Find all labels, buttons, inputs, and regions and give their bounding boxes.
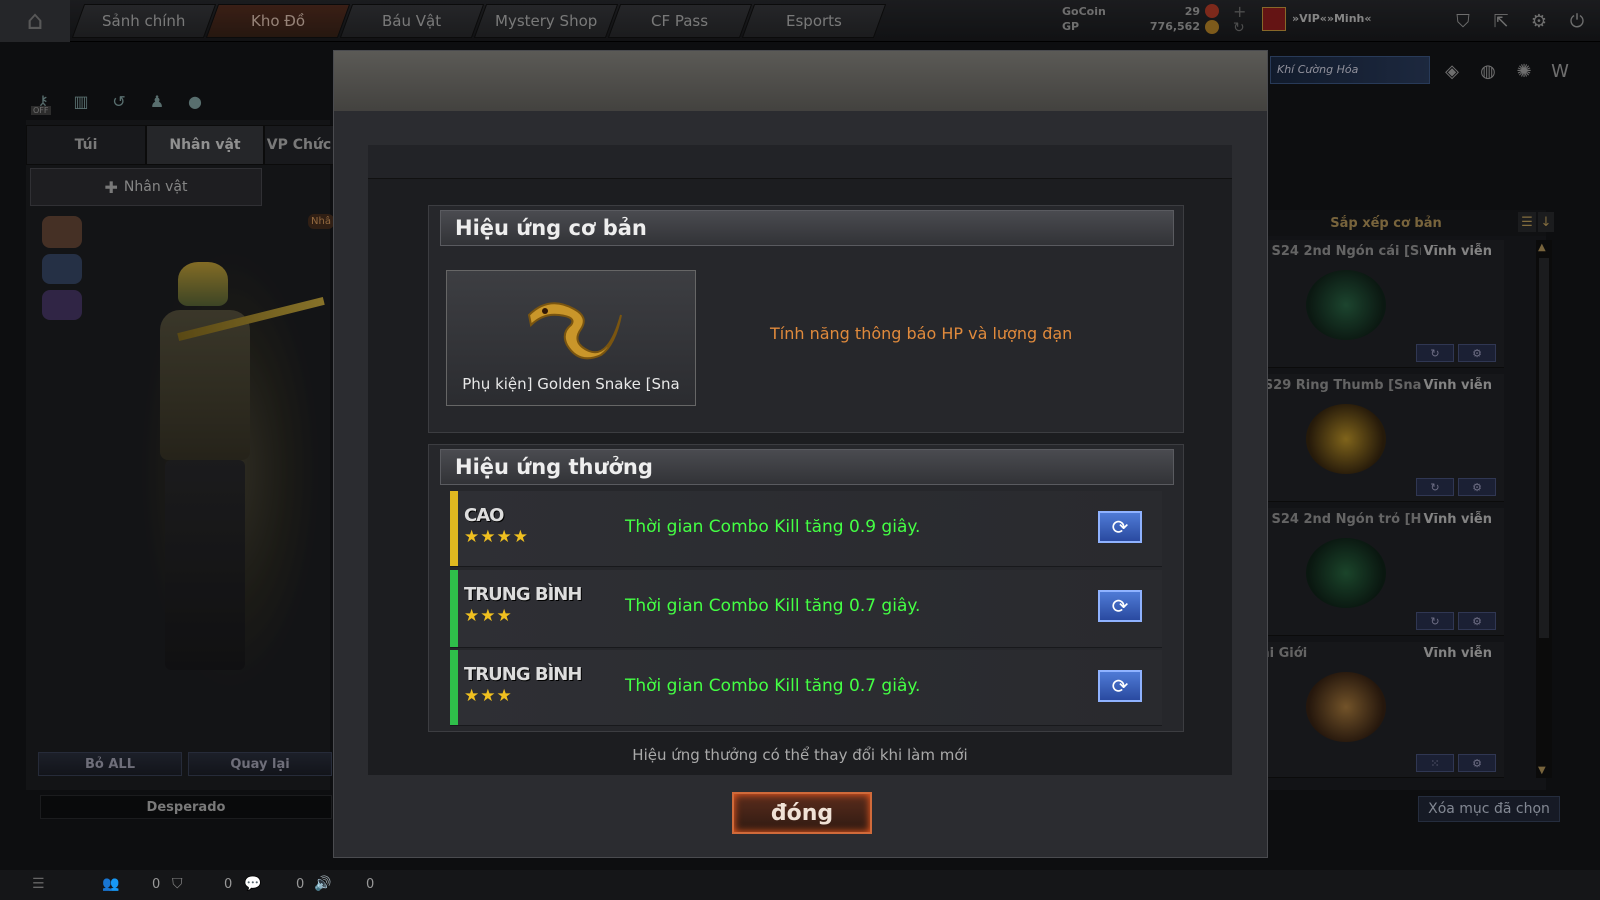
speaker-icon[interactable]: 🔊 [314,876,331,892]
speaker-count: 0 [366,877,375,892]
menu-icon[interactable]: ☰ [32,876,45,892]
grade-bar [450,491,458,566]
refresh-icon: ⟳ [1111,674,1129,698]
grade-stars: ★★★★ [464,527,529,547]
refresh-bonus-button[interactable]: ⟳ [1098,590,1142,622]
bonus-row: TRUNG BÌNH ★★★ Thời gian Combo Kill tăng… [450,570,1162,648]
clan-count: 0 [224,877,233,892]
basic-effect-title: Hiệu ứng cơ bản [440,210,1174,246]
grade-stars: ★★★ [464,686,513,706]
bonus-effect-title: Hiệu ứng thưởng [440,449,1174,485]
status-bar [0,870,1600,900]
item-name: Phụ kiện] Golden Snake [Sna [462,375,680,393]
friends-icon[interactable]: 👥 [102,876,119,892]
bonus-row: CAO ★★★★ Thời gian Combo Kill tăng 0.9 g… [450,491,1162,567]
chat-icon[interactable]: 💬 [244,876,261,892]
grade-label: TRUNG BÌNH [464,584,582,605]
refresh-bonus-button[interactable]: ⟳ [1098,670,1142,702]
refresh-icon: ⟳ [1111,594,1129,618]
grade-bar [450,650,458,725]
grade-stars: ★★★ [464,606,513,626]
refresh-note: Hiệu ứng thưởng có thể thay đổi khi làm … [632,746,968,764]
grade-label: CAO [464,505,504,526]
bonus-text: Thời gian Combo Kill tăng 0.9 giây. [625,517,921,537]
close-button[interactable]: đóng [732,792,872,834]
refresh-bonus-button[interactable]: ⟳ [1098,511,1142,543]
dialog-band [368,145,1232,179]
grade-label: TRUNG BÌNH [464,664,582,685]
refresh-icon: ⟳ [1111,515,1129,539]
basic-effect-text: Tính năng thông báo HP và lượng đạn [770,324,1073,343]
friends-count: 0 [152,877,161,892]
bonus-text: Thời gian Combo Kill tăng 0.7 giây. [625,596,921,616]
bonus-text: Thời gian Combo Kill tăng 0.7 giây. [625,676,921,696]
clan-shield-icon[interactable]: ⛉ [172,876,183,892]
bonus-row: TRUNG BÌNH ★★★ Thời gian Combo Kill tăng… [450,650,1162,726]
chat-count: 0 [296,877,305,892]
item-preview: Phụ kiện] Golden Snake [Sna [446,270,696,406]
dialog-header [334,51,1267,111]
grade-bar [450,570,458,647]
golden-snake-image [527,302,622,360]
